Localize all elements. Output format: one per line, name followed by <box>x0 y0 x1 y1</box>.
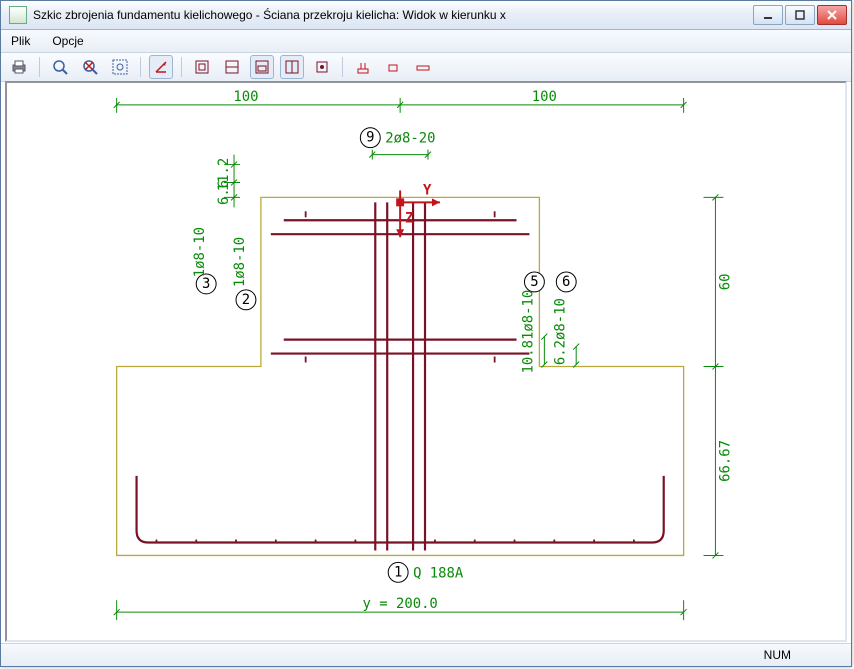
svg-text:5: 5 <box>530 274 538 290</box>
menubar: Plik Opcje <box>1 30 851 53</box>
dim-top-right-value: 100 <box>532 89 557 105</box>
dim-right-upper-value: 60 <box>717 274 733 291</box>
svg-text:6.2ø8-10: 6.2ø8-10 <box>552 298 568 365</box>
svg-text:9: 9 <box>366 130 374 146</box>
svg-text:Q 188A: Q 188A <box>413 565 464 581</box>
dim-top-left-value: 100 <box>233 89 258 105</box>
section-3-button[interactable] <box>411 55 435 79</box>
print-button[interactable] <box>7 55 31 79</box>
view-mode-2-button[interactable] <box>220 55 244 79</box>
svg-text:1: 1 <box>394 564 402 580</box>
rebar-1 <box>137 476 664 543</box>
svg-text:1ø8-10: 1ø8-10 <box>232 237 248 287</box>
svg-text:1ø8-10: 1ø8-10 <box>192 227 208 277</box>
section-2-button[interactable] <box>381 55 405 79</box>
svg-text:2ø8-20: 2ø8-20 <box>385 131 435 147</box>
label-2: 2 1ø8-10 <box>232 237 256 310</box>
view-mode-1-button[interactable] <box>190 55 214 79</box>
svg-text:3: 3 <box>202 276 210 292</box>
toolbar <box>1 53 851 82</box>
dim-notch-bot-value: 6.6 <box>216 180 232 205</box>
label-3: 3 1ø8-10 <box>192 227 216 294</box>
minimize-button[interactable] <box>753 5 783 25</box>
maximize-button[interactable] <box>785 5 815 25</box>
section-1-button[interactable] <box>351 55 375 79</box>
zoom-in-button[interactable] <box>48 55 72 79</box>
label-1: 1 Q 188A <box>388 562 464 582</box>
view-mode-4-button[interactable] <box>280 55 304 79</box>
window-buttons <box>753 5 847 25</box>
window-title: Szkic zbrojenia fundamentu kielichowego … <box>33 8 753 22</box>
view-mode-3-button[interactable] <box>250 55 274 79</box>
axis-system: Y Z <box>396 182 440 237</box>
dim-top <box>114 98 687 113</box>
svg-text:Z: Z <box>405 210 413 226</box>
statusbar: NUM <box>1 643 851 666</box>
dim-right-lower-value: 66.67 <box>717 440 733 482</box>
status-num: NUM <box>764 648 791 662</box>
svg-text:6: 6 <box>562 274 570 290</box>
svg-text:2: 2 <box>242 292 250 308</box>
label-5: 5 10.81ø8-10 <box>520 272 547 374</box>
dim-bottom-value: y = 200.0 <box>362 596 437 612</box>
zoom-window-button[interactable] <box>108 55 132 79</box>
label-9: 9 2ø8-20 <box>360 128 435 160</box>
menu-file[interactable]: Plik <box>7 32 34 50</box>
close-button[interactable] <box>817 5 847 25</box>
label-6: 6 6.2ø8-10 <box>552 272 579 367</box>
svg-text:10.81ø8-10: 10.81ø8-10 <box>520 290 536 374</box>
axis-toggle-button[interactable] <box>149 55 173 79</box>
zoom-out-button[interactable] <box>78 55 102 79</box>
view-detail-button[interactable] <box>310 55 334 79</box>
svg-text:Y: Y <box>423 182 432 198</box>
titlebar: Szkic zbrojenia fundamentu kielichowego … <box>1 1 851 30</box>
drawing-canvas[interactable]: 100 100 60 66.67 y = 200.0 <box>5 81 847 642</box>
app-icon <box>9 6 27 24</box>
app-window: Szkic zbrojenia fundamentu kielichowego … <box>0 0 852 667</box>
menu-options[interactable]: Opcje <box>48 32 87 50</box>
